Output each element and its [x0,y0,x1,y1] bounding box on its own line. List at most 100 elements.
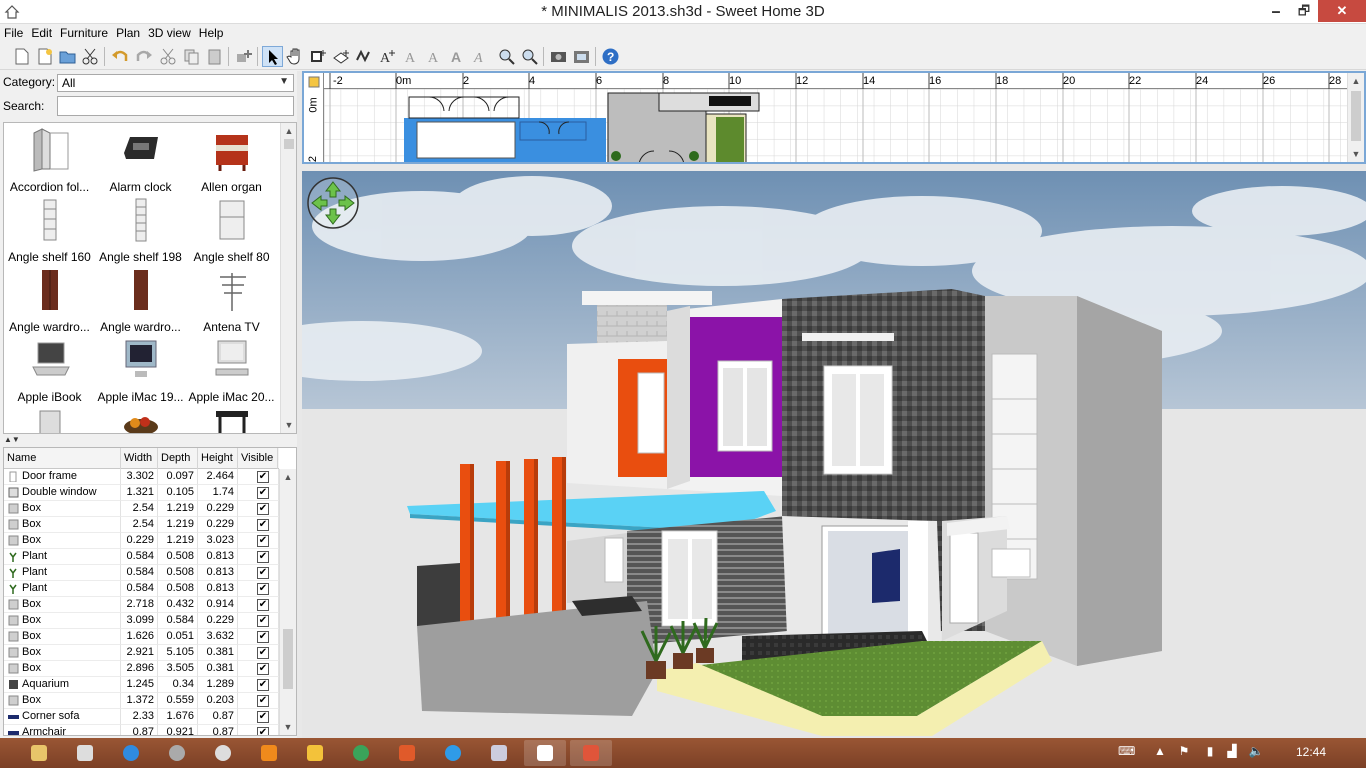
table-row[interactable]: Box2.9215.1050.381✔ [4,645,279,661]
create-dimension-button[interactable]: A [377,46,398,67]
search-input[interactable] [57,96,294,116]
table-row[interactable]: Armchair0.870.9210.87✔ [4,725,279,736]
taskbar-vlc[interactable] [248,740,290,766]
visible-checkbox[interactable]: ✔ [257,487,269,499]
table-row[interactable]: Box0.2291.2193.023✔ [4,533,279,549]
visible-checkbox[interactable]: ✔ [257,599,269,611]
create-photo-button[interactable] [548,46,569,67]
visible-checkbox[interactable]: ✔ [257,663,269,675]
category-select[interactable]: All ▼ [57,74,294,92]
visible-checkbox[interactable]: ✔ [257,535,269,547]
scroll-up-icon[interactable]: ▲ [280,469,296,485]
taskbar-app[interactable] [432,740,474,766]
table-row[interactable]: Box1.6260.0513.632✔ [4,629,279,645]
select-mode-button[interactable] [262,46,283,67]
taskbar-app[interactable] [478,740,520,766]
scroll-up-icon[interactable]: ▲ [281,123,297,139]
network-icon[interactable]: ▟ [1224,744,1240,760]
catalog-item[interactable] [186,405,277,434]
catalog-item[interactable]: Angle shelf 198 [95,195,186,265]
add-furniture-button[interactable] [233,46,254,67]
visible-checkbox[interactable]: ✔ [257,583,269,595]
catalog-item[interactable]: Apple iBook [4,335,95,405]
create-rooms-button[interactable] [331,46,352,67]
panel-splitter[interactable]: ▲▼ [0,435,297,445]
catalog-item[interactable]: Angle shelf 80 [186,195,277,265]
menu-edit[interactable]: Edit [27,24,56,40]
catalog-item[interactable]: Angle wardro... [95,265,186,335]
3d-view[interactable] [302,171,1366,738]
visible-checkbox[interactable]: ✔ [257,679,269,691]
italic-text-button[interactable]: A [471,46,492,67]
table-row[interactable]: Box3.0990.5840.229✔ [4,613,279,629]
new-file-button[interactable] [11,46,32,67]
table-row[interactable]: Plant0.5840.5080.813✔ [4,565,279,581]
table-row[interactable]: Double window1.3210.1051.74✔ [4,485,279,501]
taskbar-app[interactable] [294,740,336,766]
catalog-item[interactable]: Allen organ [186,125,277,195]
catalog-scrollbar[interactable]: ▲ ▼ [280,123,297,433]
zoom-out-button[interactable] [519,46,540,67]
help-button[interactable]: ? [600,46,621,67]
taskbar-app[interactable] [386,740,428,766]
catalog-item[interactable]: Antena TV [186,265,277,335]
table-row[interactable]: Plant0.5840.5080.813✔ [4,581,279,597]
scroll-down-icon[interactable]: ▼ [1348,146,1364,162]
catalog-item[interactable]: Angle wardro... [4,265,95,335]
scroll-thumb[interactable] [1351,91,1361,141]
column-visible[interactable]: Visible [238,448,278,469]
flag-icon[interactable]: ⚑ [1176,744,1192,760]
menu-furniture[interactable]: Furniture [56,24,112,40]
visible-checkbox[interactable]: ✔ [257,711,269,723]
table-row[interactable]: Aquarium1.2450.341.289✔ [4,677,279,693]
taskbar-clock[interactable]: 12:44 [1286,745,1336,759]
catalog-item[interactable]: Angle shelf 160 [4,195,95,265]
taskbar-chrome[interactable] [202,740,244,766]
close-button[interactable]: ✕ [1318,0,1366,22]
pan-mode-button[interactable] [285,46,306,67]
scroll-down-icon[interactable]: ▼ [280,719,296,735]
minimize-button[interactable]: 🗕 [1262,0,1290,22]
catalog-item[interactable]: Accordion fol... [4,125,95,195]
scroll-thumb[interactable] [283,629,293,689]
taskbar-app[interactable] [570,740,612,766]
undo-button[interactable] [110,46,131,67]
table-row[interactable]: Box1.3720.5590.203✔ [4,693,279,709]
volume-icon[interactable]: 🔈 [1248,744,1264,760]
menu-file[interactable]: File [0,24,27,40]
table-row[interactable]: Plant0.5840.5080.813✔ [4,549,279,565]
cut-button[interactable] [158,46,179,67]
visible-checkbox[interactable]: ✔ [257,695,269,707]
catalog-item[interactable] [95,405,186,434]
visible-checkbox[interactable]: ✔ [257,727,269,736]
column-width[interactable]: Width [121,448,158,469]
table-row[interactable]: Box2.7180.4320.914✔ [4,597,279,613]
zoom-in-button[interactable] [496,46,517,67]
menu-3d-view[interactable]: 3D view [144,24,195,40]
taskbar-app[interactable] [156,740,198,766]
navigation-arrows-icon[interactable] [306,176,360,230]
redo-button[interactable] [133,46,154,67]
catalog-item[interactable] [4,405,95,434]
column-name[interactable]: Name [4,448,121,469]
visible-checkbox[interactable]: ✔ [257,503,269,515]
visible-checkbox[interactable]: ✔ [257,519,269,531]
visible-checkbox[interactable]: ✔ [257,567,269,579]
new-home-button[interactable] [34,46,55,67]
taskbar-sweethome3d[interactable] [524,740,566,766]
taskbar-browser[interactable] [110,740,152,766]
visible-checkbox[interactable]: ✔ [257,631,269,643]
taskbar-app[interactable] [64,740,106,766]
maximize-button[interactable]: 🗗 [1290,0,1318,22]
paste-button[interactable] [204,46,225,67]
battery-icon[interactable]: ▮ [1202,744,1218,760]
taskbar-file-explorer[interactable] [18,740,60,766]
visible-checkbox[interactable]: ✔ [257,647,269,659]
column-depth[interactable]: Depth [158,448,198,469]
open-button[interactable] [57,46,78,67]
catalog-item[interactable]: Apple iMac 19... [95,335,186,405]
increase-text-button[interactable]: A [402,46,423,67]
catalog-item[interactable]: Apple iMac 20... [186,335,277,405]
decrease-text-button[interactable]: A [425,46,446,67]
scroll-down-icon[interactable]: ▼ [281,417,297,433]
